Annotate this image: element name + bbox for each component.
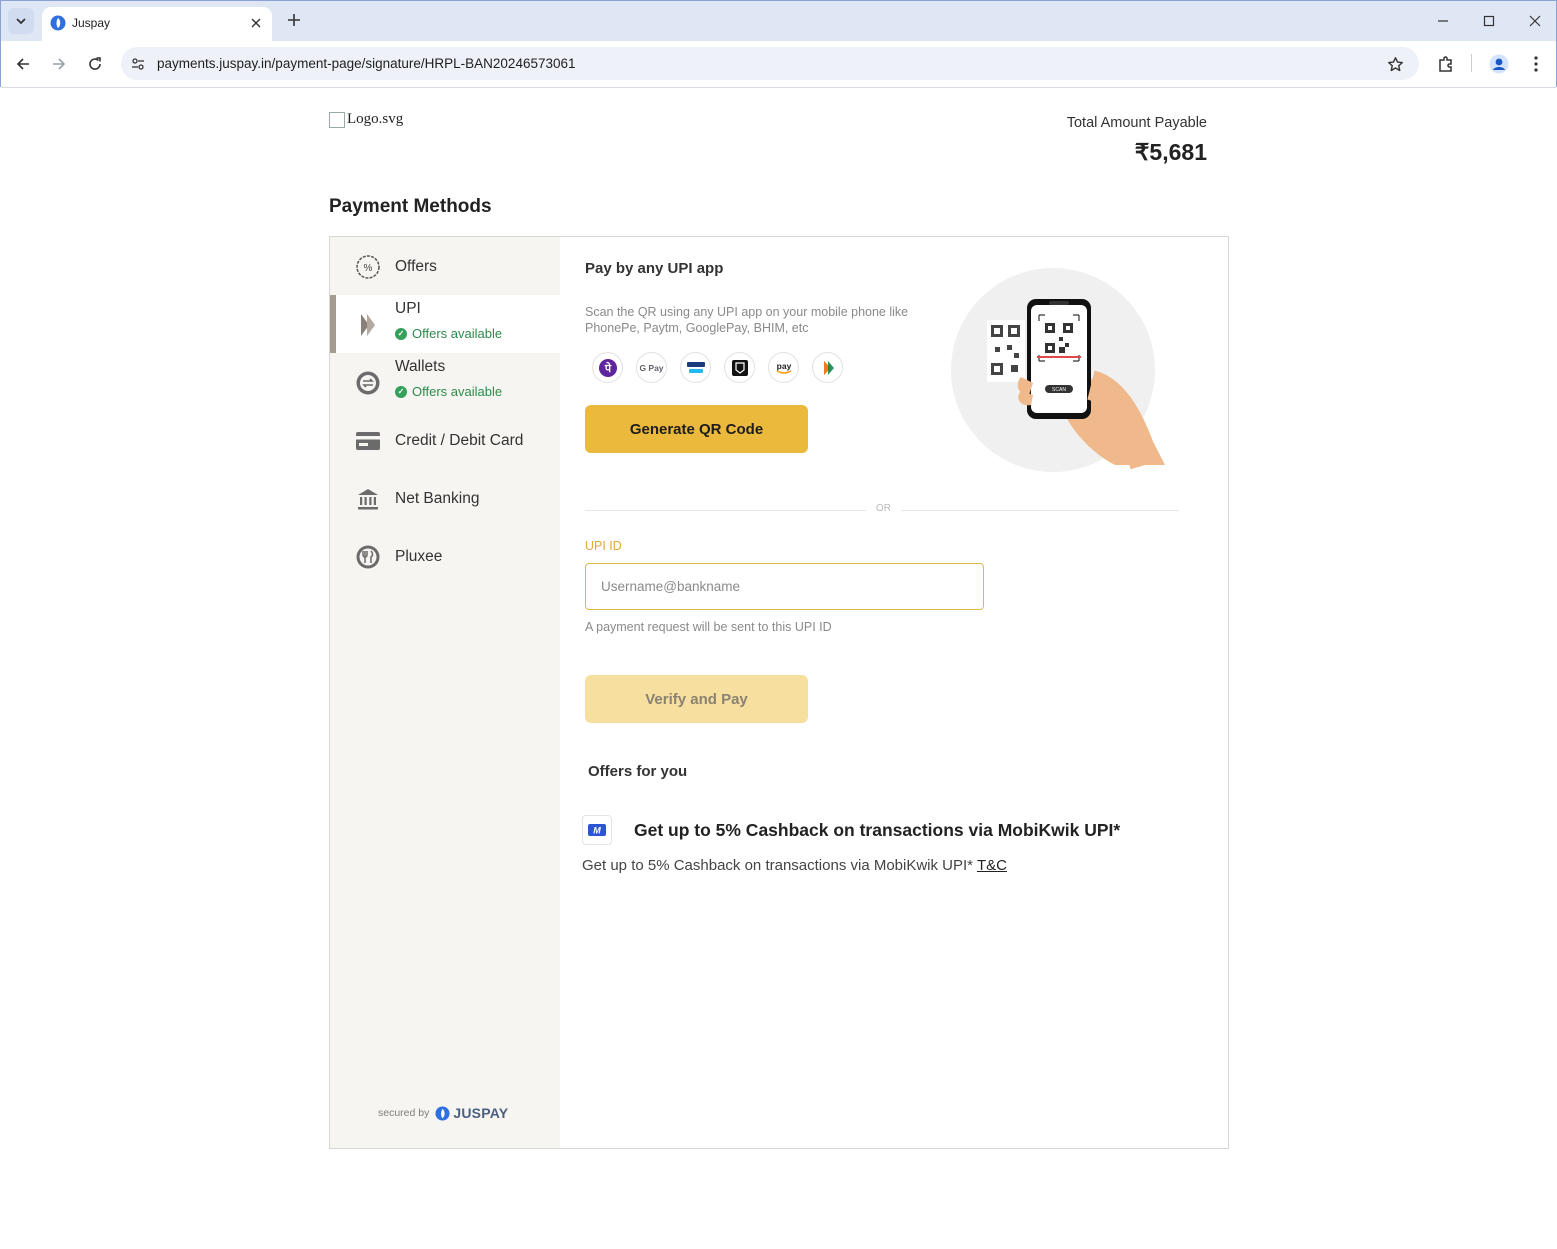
address-bar[interactable]: payments.juspay.in/payment-page/signatur…	[121, 47, 1419, 80]
browser-menu-icon[interactable]	[1525, 53, 1547, 75]
sidebar-item-offers[interactable]: % Offers	[330, 237, 560, 295]
upi-id-input[interactable]	[585, 563, 984, 610]
tab-close-icon[interactable]	[248, 15, 264, 31]
sidebar-item-label: Net Banking	[395, 490, 480, 507]
pluxee-icon	[355, 544, 381, 570]
cred-icon	[724, 352, 755, 383]
upi-app-icons: पे G Pay pay	[592, 352, 843, 383]
total-amount-label: Total Amount Payable	[1066, 115, 1207, 131]
offers-available-badge: ✓ Offers available	[395, 326, 502, 341]
upi-id-label: UPI ID	[585, 539, 622, 553]
payment-methods-sidebar: % Offers UPI ✓ Offers available Wallets …	[330, 237, 560, 1148]
mobikwik-logo-icon: M	[582, 815, 612, 845]
upi-panel: Pay by any UPI app Scan the QR using any…	[560, 237, 1228, 1148]
sidebar-item-wallets[interactable]: Wallets ✓ Offers available	[330, 353, 560, 411]
browser-toolbar: payments.juspay.in/payment-page/signatur…	[1, 41, 1556, 88]
phonepe-icon: पे	[592, 352, 623, 383]
upi-icon	[355, 312, 381, 338]
sidebar-item-label: Credit / Debit Card	[395, 432, 524, 449]
tab-strip: Juspay	[1, 1, 1556, 41]
reload-icon[interactable]	[84, 53, 106, 75]
terms-and-conditions-link[interactable]: T&C	[977, 857, 1007, 874]
card-icon	[355, 428, 381, 454]
forward-icon[interactable]	[48, 53, 70, 75]
bookmark-star-icon[interactable]	[1385, 54, 1405, 74]
qr-scan-text: SCAN	[1052, 387, 1066, 393]
offers-available-text: Offers available	[412, 384, 503, 399]
minimize-icon[interactable]	[1433, 11, 1453, 31]
sidebar-item-upi[interactable]: UPI ✓ Offers available	[330, 295, 560, 353]
upi-id-help-text: A payment request will be sent to this U…	[585, 620, 832, 634]
browser-window: Juspay payments.juspay.in/payment-page/s…	[0, 0, 1557, 88]
site-info-icon[interactable]	[129, 55, 147, 73]
back-icon[interactable]	[12, 53, 34, 75]
browser-tab[interactable]: Juspay	[42, 7, 272, 41]
toolbar-separator	[1471, 54, 1472, 72]
offer-heading: Get up to 5% Cashback on transactions vi…	[634, 820, 1121, 840]
merchant-logo: Logo.svg	[329, 111, 403, 128]
gpay-text: G Pay	[639, 362, 664, 373]
chevron-down-icon	[16, 18, 26, 25]
logo-alt-text: Logo.svg	[347, 111, 404, 127]
total-amount-value: ₹5,681	[1134, 139, 1207, 165]
generate-qr-button[interactable]: Generate QR Code	[585, 405, 808, 453]
gpay-icon: G Pay	[636, 352, 667, 383]
page-title: Payment Methods	[329, 196, 492, 217]
svg-text:%: %	[364, 263, 373, 274]
svg-text:M: M	[593, 826, 601, 836]
sidebar-item-pluxee[interactable]: Pluxee	[330, 527, 560, 585]
offers-available-text: Offers available	[412, 326, 503, 341]
wallet-icon	[355, 370, 381, 396]
tab-search-button[interactable]	[8, 8, 34, 34]
juspay-brand: JUSPAY	[435, 1105, 508, 1121]
offers-section-title: Offers for you	[588, 763, 688, 780]
amazonpay-icon: pay	[768, 352, 799, 383]
sidebar-item-label: UPI	[395, 300, 421, 317]
offer-check-icon: ✓	[395, 327, 407, 340]
percent-badge-icon: %	[355, 254, 381, 280]
payment-card: % Offers UPI ✓ Offers available Wallets …	[329, 236, 1229, 1149]
offer-check-icon: ✓	[395, 385, 407, 398]
sidebar-item-card[interactable]: Credit / Debit Card	[330, 411, 560, 469]
juspay-logo-icon	[435, 1105, 450, 1121]
offers-available-badge: ✓ Offers available	[395, 384, 502, 399]
svg-text:पे: पे	[603, 361, 611, 375]
bhim-icon	[812, 352, 843, 383]
profile-avatar-icon[interactable]	[1488, 53, 1510, 75]
offer-description: Get up to 5% Cashback on transactions vi…	[582, 857, 974, 874]
broken-image-icon	[329, 111, 345, 128]
juspay-favicon-icon	[50, 15, 66, 31]
maximize-icon[interactable]	[1479, 11, 1499, 31]
new-tab-icon[interactable]	[284, 10, 304, 30]
close-window-icon[interactable]	[1525, 11, 1545, 31]
or-divider-text: OR	[866, 503, 901, 514]
tab-title: Juspay	[72, 16, 111, 30]
amazonpay-text: pay	[776, 361, 791, 371]
upi-description: Scan the QR using any UPI app on your mo…	[585, 305, 909, 335]
extensions-icon[interactable]	[1435, 53, 1457, 75]
secured-by-juspay: secured by JUSPAY	[378, 1105, 508, 1121]
bank-icon	[355, 486, 381, 512]
secured-by-text: secured by	[378, 1107, 430, 1119]
offer-description-line: Get up to 5% Cashback on transactions vi…	[582, 857, 1007, 874]
sidebar-item-label: Pluxee	[395, 548, 443, 565]
juspay-brand-text: JUSPAY	[453, 1105, 509, 1121]
sidebar-item-netbanking[interactable]: Net Banking	[330, 469, 560, 527]
verify-and-pay-button[interactable]: Verify and Pay	[585, 675, 808, 723]
sidebar-item-label: Offers	[395, 258, 437, 275]
sidebar-item-label: Wallets	[395, 358, 446, 375]
paytm-icon	[680, 352, 711, 383]
qr-scan-illustration: SCAN	[951, 268, 1165, 472]
upi-section-title: Pay by any UPI app	[585, 260, 724, 277]
url-text[interactable]: payments.juspay.in/payment-page/signatur…	[157, 56, 576, 71]
